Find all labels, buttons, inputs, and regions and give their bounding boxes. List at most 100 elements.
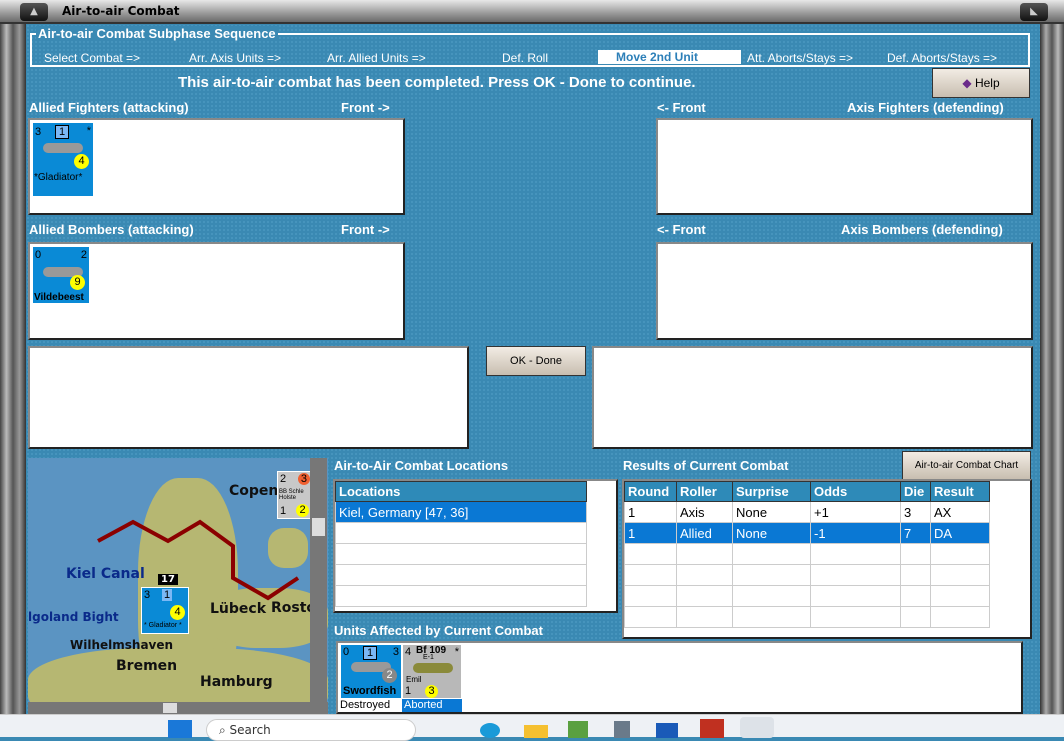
result-cell [930,585,990,607]
map-unit-battleship[interactable]: 2 3 BB Schle Holste 1 2 [277,471,312,519]
taskbar: ⌕ Search [0,714,1064,741]
front-right-label-2: Front -> [341,222,390,237]
help-button[interactable]: ◆ Help [932,68,1030,98]
result-cell [732,585,811,607]
result-cell [900,564,931,586]
result-cell [810,585,901,607]
status-aborted: Aborted [402,699,462,712]
system-menu-button[interactable]: ▲ [20,3,48,21]
sequence-legend: Air-to-air Combat Subphase Sequence [36,26,278,41]
counter-air-attack: 3 [144,589,151,601]
allied-info-box [28,346,469,449]
result-cell: -1 [810,522,901,544]
close-button[interactable]: ◣ [1020,3,1048,21]
result-cell: DA [930,522,990,544]
col-die: Die [900,481,931,502]
counter-air-attack: 4 [405,646,412,658]
counter-defense: 4 [170,605,185,620]
unit-counter-vildebeest[interactable]: 0 2 9 Vildebeest [32,246,90,304]
app-icon-2[interactable] [656,723,678,738]
result-row[interactable] [624,606,990,628]
help-label: Help [974,76,1000,90]
result-row[interactable]: 1 Axis None +1 3 AX [624,501,990,523]
affected-unit-swordfish[interactable]: 0 1 3 2 Swordfish [340,644,402,699]
step-select-combat: Select Combat => [44,51,141,65]
result-cell: 7 [900,522,931,544]
file-explorer-icon[interactable] [524,725,548,738]
counter-range: 1 [55,125,70,139]
result-cell [810,543,901,565]
scroll-thumb[interactable] [163,703,177,713]
right-frame [1040,24,1064,714]
map-label-copenhagen: Copen [229,483,279,499]
axis-info-box [592,346,1033,449]
result-cell: Allied [676,522,733,544]
step-att-aborts: Att. Aborts/Stays => [747,51,854,65]
locations-list: Locations Kiel, Germany [47, 36] [333,479,618,613]
map-unit-gladiator[interactable]: 3 1 4 * Gladiator * [141,587,189,634]
map-label-kiel-canal: Kiel Canal [66,566,145,582]
active-app-icon[interactable] [740,717,774,738]
results-panel: Round Roller Surprise Odds Die Result 1A… [622,479,1032,639]
counter-defense: 2 [382,668,397,683]
counter-name: Swordfish [343,685,397,697]
result-cell: None [732,522,811,544]
result-cell: 3 [900,501,931,523]
locations-header: Locations [335,481,587,502]
result-cell [676,564,733,586]
result-cell [676,543,733,565]
results-table: Round Roller Surprise Odds Die Result 1A… [624,481,990,628]
result-cell [930,606,990,628]
map-label-hamburg: Hamburg [200,674,273,690]
result-cell: AX [930,501,990,523]
edge-icon[interactable] [480,723,500,738]
unit-counter-gladiator[interactable]: 3 1 * 4 *Gladiator* [32,122,94,197]
result-cell [900,543,931,565]
col-roller: Roller [676,481,733,502]
axis-fighters-label: Axis Fighters (defending) [847,100,1004,115]
ok-done-button[interactable]: OK - Done [486,346,586,376]
allied-fighters-box: 3 1 * 4 *Gladiator* [28,118,405,215]
plane-icon [413,663,453,673]
result-row[interactable]: 1 Allied None -1 7 DA [624,522,990,544]
step-arr-allied: Arr. Allied Units => [327,51,426,65]
front-left-label-2: <- Front [657,222,706,237]
counter-move: 1 [405,685,412,697]
window-title: Air-to-air Combat [62,4,180,18]
status-message: This air-to-air combat has been complete… [178,74,696,91]
counter-range: 2 [296,504,309,517]
axis-fighters-box [656,118,1033,215]
axis-bombers-label: Axis Bombers (defending) [841,222,1003,237]
col-result: Result [930,481,990,502]
counter-name: * Gladiator * [144,622,182,629]
windows-start-icon[interactable] [168,720,192,738]
affected-unit-bf109[interactable]: 4 Bf 109 E-1 * Emil 1 3 [402,644,462,699]
combat-chart-button[interactable]: Air-to-air Combat Chart [902,451,1031,480]
counter-range: 1 [363,646,378,660]
result-row[interactable] [624,543,990,565]
result-cell [624,606,677,628]
result-row[interactable] [624,564,990,586]
map-horizontal-scrollbar[interactable] [28,702,328,714]
taskbar-search[interactable]: ⌕ Search [206,719,416,741]
map-vertical-scrollbar[interactable] [310,458,327,704]
step-move-2nd-unit: Move 2nd Unit [598,50,741,64]
result-row[interactable] [624,585,990,607]
app-icon[interactable] [568,721,588,738]
result-cell [930,564,990,586]
result-cell [810,606,901,628]
game-icon[interactable] [700,719,724,738]
location-row[interactable]: Kiel, Germany [47, 36] [335,501,587,523]
counter-defense: 3 [425,685,438,698]
result-cell [624,543,677,565]
scroll-thumb[interactable] [312,518,325,536]
counter-move: 1 [280,505,287,517]
col-odds: Odds [810,481,901,502]
counter-defense: 3 [297,473,310,485]
calculator-icon[interactable] [614,721,630,738]
counter-torpedo: 3 [392,646,399,658]
status-destroyed: Destroyed [340,699,391,711]
map-view[interactable]: Copen Kiel Canal lgoland Bight Lübeck Ro… [28,458,328,714]
location-cell: Kiel, Germany [47, 36] [335,501,587,523]
result-cell [900,585,931,607]
